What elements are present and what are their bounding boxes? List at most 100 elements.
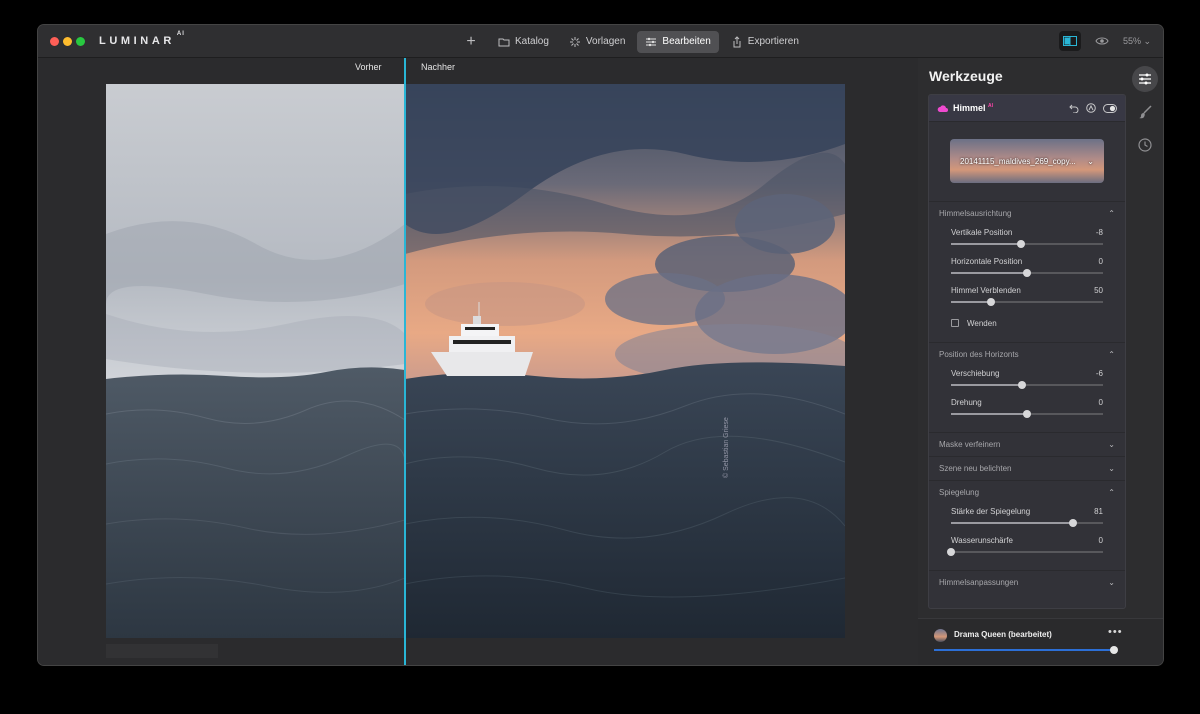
nav-label: Katalog (515, 36, 549, 47)
visibility-toggle-icon[interactable] (1103, 103, 1117, 113)
slider-value: 50 (1094, 286, 1103, 295)
slider-horizontal-position[interactable]: Horizontale Position 0 (929, 254, 1125, 283)
section-header[interactable]: Spiegelung ⌃ (929, 481, 1125, 504)
maximize-window-button[interactable] (76, 37, 85, 46)
eye-icon[interactable] (1095, 36, 1109, 46)
filmstrip-handle[interactable] (106, 644, 218, 658)
tool-name: Himmel AI (953, 103, 994, 113)
after-image (405, 84, 845, 638)
section-sky-adjustments[interactable]: Himmelsanpassungen ⌄ (929, 570, 1125, 594)
section-header[interactable]: Maske verfeinern ⌄ (929, 433, 1125, 456)
folder-icon (498, 38, 510, 46)
add-button[interactable]: + (460, 33, 482, 51)
flip-checkbox-row[interactable]: Wenden (929, 312, 1125, 334)
panel-title: Werkzeuge (929, 68, 1003, 84)
section-header[interactable]: Szene neu belichten ⌄ (929, 457, 1125, 480)
cloud-icon (937, 105, 948, 112)
preset-bar: Drama Queen (bearbeitet) ••• (918, 618, 1163, 665)
slider-fill (951, 301, 991, 303)
nav-katalog[interactable]: Katalog (490, 31, 557, 53)
sparkle-icon (569, 36, 580, 47)
preset-thumbnail (934, 629, 947, 642)
undo-icon[interactable] (1069, 103, 1079, 113)
nav-label: Exportieren (747, 36, 799, 47)
slider-knob[interactable] (1023, 269, 1031, 277)
slider-track[interactable] (951, 298, 1103, 306)
slider-knob[interactable] (1023, 410, 1031, 418)
mask-icon[interactable] (1086, 103, 1096, 113)
section-header[interactable]: Position des Horizonts ⌃ (929, 343, 1125, 366)
slider-knob[interactable] (1018, 381, 1027, 389)
slider-sky-blend[interactable]: Himmel Verblenden 50 (929, 283, 1125, 312)
tools-tab-button[interactable] (1132, 66, 1158, 92)
brush-tab-button[interactable] (1132, 99, 1158, 125)
slider-value: 0 (1098, 398, 1103, 407)
section-header[interactable]: Himmelsanpassungen ⌄ (929, 571, 1125, 594)
titlebar-right-controls: 55% ⌄ (1058, 31, 1151, 51)
slider-track[interactable] (951, 269, 1103, 277)
slider-shift[interactable]: Verschiebung -6 (929, 366, 1125, 395)
section-refine-mask[interactable]: Maske verfeinern ⌄ (929, 432, 1125, 456)
slider-knob[interactable] (1068, 519, 1077, 527)
slider-reflection-strength[interactable]: Stärke der Spiegelung 81 (929, 504, 1125, 533)
app-logo: LUMINARAI (99, 31, 185, 47)
slider-fill (951, 522, 1073, 524)
image-canvas[interactable]: Vorher Nachher © Sebastian Griese (38, 58, 918, 665)
section-header[interactable]: Himmelsausrichtung ⌃ (929, 202, 1125, 225)
history-tab-button[interactable] (1132, 132, 1158, 158)
sky-selection-dropdown[interactable]: 20141115_maldives_269_copy... ⌄ (950, 139, 1104, 183)
clock-icon (1138, 138, 1152, 152)
slider-label: Drehung (951, 398, 982, 407)
section-horizon-position: Position des Horizonts ⌃ Verschiebung -6… (929, 342, 1125, 432)
preset-amount-slider[interactable] (934, 646, 1118, 654)
slider-knob[interactable] (1016, 240, 1025, 248)
before-after-divider[interactable] (404, 58, 406, 665)
slider-label: Verschiebung (951, 369, 1000, 378)
main-nav: + Katalog Vorlagen Bearbeiten Exportiere… (460, 29, 807, 54)
close-window-button[interactable] (50, 37, 59, 46)
slider-track[interactable] (951, 410, 1103, 418)
panel-side-icons (1132, 66, 1158, 165)
slider-knob[interactable] (986, 298, 995, 306)
slider-knob[interactable] (947, 548, 955, 556)
nav-vorlagen[interactable]: Vorlagen (561, 31, 633, 53)
slider-value: -8 (1095, 228, 1103, 237)
sky-tool-header[interactable]: Himmel AI (929, 95, 1125, 122)
slider-label: Himmel Verblenden (951, 286, 1021, 295)
slider-knob[interactable] (1110, 646, 1118, 654)
more-options-icon[interactable]: ••• (1108, 626, 1123, 638)
slider-track[interactable] (951, 381, 1103, 389)
minimize-window-button[interactable] (63, 37, 72, 46)
slider-label: Wasserunschärfe (951, 536, 1013, 545)
slider-rotation[interactable]: Drehung 0 (929, 395, 1125, 424)
slider-vertical-position[interactable]: Vertikale Position -8 (929, 225, 1125, 254)
before-image (106, 84, 405, 638)
checkbox-label: Wenden (967, 318, 997, 328)
slider-track[interactable] (947, 548, 1103, 556)
nav-bearbeiten[interactable]: Bearbeiten (637, 30, 719, 53)
slider-track[interactable] (951, 519, 1103, 527)
after-label: Nachher (421, 62, 456, 72)
section-title: Position des Horizonts (939, 350, 1019, 359)
slider-value: 81 (1094, 507, 1103, 516)
section-relight-scene[interactable]: Szene neu belichten ⌄ (929, 456, 1125, 480)
slider-fill (951, 384, 1023, 386)
title-bar: LUMINARAI + Katalog Vorlagen Bearbeiten … (38, 25, 1163, 58)
slider-fill (951, 243, 1021, 245)
sliders-icon (646, 37, 657, 46)
tools-panel: Werkzeuge Himmel AI 20141115_maldives_26… (918, 58, 1163, 665)
chevron-down-icon: ⌄ (1108, 464, 1115, 473)
photo (106, 84, 845, 638)
sky-tool: Himmel AI 20141115_maldives_269_copy... … (928, 94, 1126, 609)
zoom-level[interactable]: 55% ⌄ (1123, 36, 1151, 47)
slider-track[interactable] (951, 240, 1103, 248)
nav-exportieren[interactable]: Exportieren (723, 31, 807, 53)
section-title: Himmelsanpassungen (939, 578, 1019, 587)
slider-label: Vertikale Position (951, 228, 1013, 237)
slider-water-blur[interactable]: Wasserunschärfe 0 (929, 533, 1125, 562)
slider-value: 0 (1098, 536, 1103, 545)
compare-toggle-button[interactable] (1058, 31, 1081, 51)
nav-label: Vorlagen (585, 36, 626, 47)
flip-checkbox[interactable] (951, 319, 959, 327)
chevron-up-icon: ⌃ (1108, 209, 1115, 218)
